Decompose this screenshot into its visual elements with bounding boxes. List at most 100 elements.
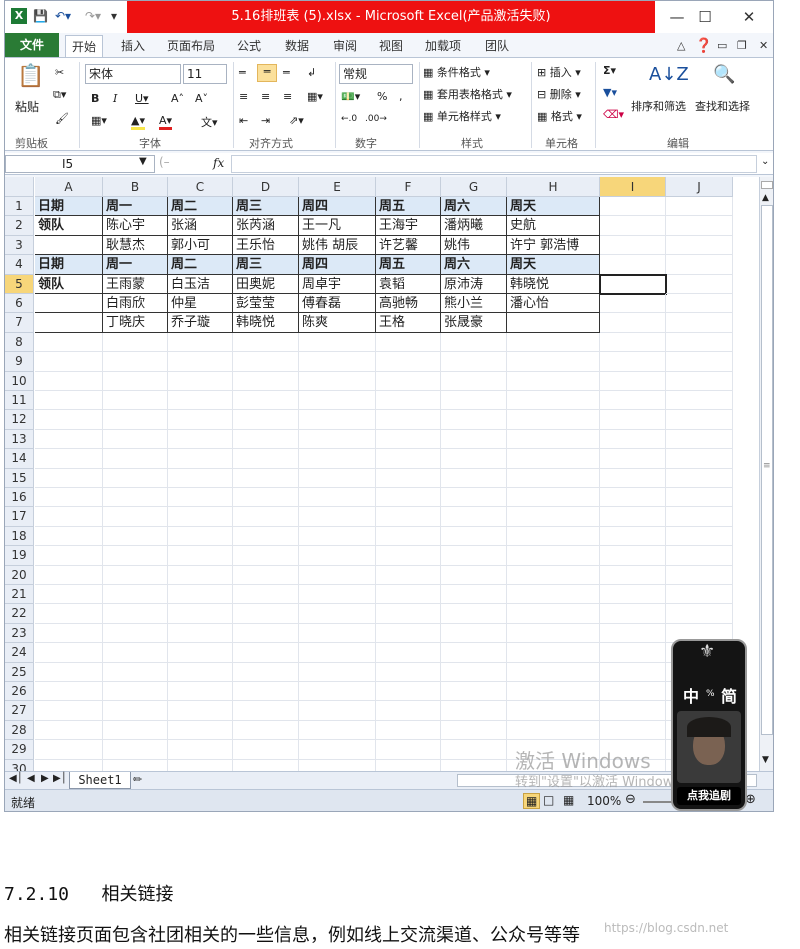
- cell-j6[interactable]: [666, 294, 733, 314]
- cell-e29[interactable]: [299, 740, 376, 760]
- cell-c11[interactable]: [168, 391, 233, 411]
- align-middle-icon[interactable]: ═: [257, 64, 277, 82]
- clear-icon[interactable]: ⌫▾: [603, 108, 624, 121]
- cell-style-button[interactable]: ▦ 单元格样式 ▾: [423, 108, 501, 124]
- fill-color-icon[interactable]: ▲▾: [131, 114, 145, 130]
- cell-c20[interactable]: [168, 565, 233, 585]
- cell-g4[interactable]: 周六: [441, 255, 507, 275]
- cell-f1[interactable]: 周五: [376, 197, 441, 217]
- font-name-select[interactable]: 宋体: [85, 64, 181, 84]
- cell-g11[interactable]: [441, 391, 507, 411]
- cell-b7[interactable]: 丁晓庆: [103, 313, 168, 333]
- cell-f10[interactable]: [376, 371, 441, 391]
- row-header-24[interactable]: 24: [5, 643, 34, 663]
- cell-i1[interactable]: [600, 197, 666, 217]
- cell-j8[interactable]: [666, 332, 733, 353]
- tab-page-layout[interactable]: 页面布局: [161, 35, 221, 57]
- tab-data[interactable]: 数据: [279, 35, 315, 57]
- sheet-nav-next-icon[interactable]: ▶: [41, 773, 49, 784]
- border-icon[interactable]: ▦▾: [91, 114, 107, 127]
- underline-button[interactable]: U▾: [135, 92, 149, 105]
- cell-j2[interactable]: [666, 216, 733, 236]
- cell-c8[interactable]: [168, 332, 233, 353]
- tab-formulas[interactable]: 公式: [231, 35, 267, 57]
- cell-b13[interactable]: [103, 429, 168, 450]
- namebox-dropdown-icon[interactable]: ▼: [139, 156, 147, 167]
- cell-a23[interactable]: [35, 623, 103, 644]
- cell-h27[interactable]: [507, 701, 600, 721]
- percent-icon[interactable]: %: [377, 90, 387, 103]
- cell-f26[interactable]: [376, 682, 441, 702]
- cell-c14[interactable]: [168, 449, 233, 469]
- cell-e15[interactable]: [299, 468, 376, 488]
- row-header-29[interactable]: 29: [5, 740, 34, 760]
- cell-a22[interactable]: [35, 604, 103, 624]
- cell-a18[interactable]: [35, 526, 103, 547]
- orientation-icon[interactable]: ⇗▾: [289, 114, 304, 127]
- cell-c12[interactable]: [168, 410, 233, 430]
- tab-file[interactable]: 文件: [5, 33, 59, 57]
- cell-b2[interactable]: 陈心宇: [103, 216, 168, 236]
- cell-j13[interactable]: [666, 429, 733, 450]
- cell-d5[interactable]: 田奥妮: [233, 274, 299, 294]
- cell-j21[interactable]: [666, 585, 733, 605]
- cell-j4[interactable]: [666, 255, 733, 275]
- increase-indent-icon[interactable]: ⇥: [261, 114, 270, 127]
- row-header-27[interactable]: 27: [5, 701, 34, 721]
- number-format-select[interactable]: 常规: [339, 64, 413, 84]
- cell-d11[interactable]: [233, 391, 299, 411]
- tab-insert[interactable]: 插入: [115, 35, 151, 57]
- cell-d3[interactable]: 王乐怡: [233, 235, 299, 256]
- cell-g29[interactable]: [441, 740, 507, 760]
- cell-b23[interactable]: [103, 623, 168, 644]
- cell-j1[interactable]: [666, 197, 733, 217]
- sheet-nav-first-icon[interactable]: ◀│: [9, 773, 23, 784]
- cell-j18[interactable]: [666, 526, 733, 547]
- sheet-tab-sheet1[interactable]: Sheet1: [69, 772, 131, 789]
- merge-center-icon[interactable]: ▦▾: [307, 90, 323, 103]
- row-header-13[interactable]: 13: [5, 429, 34, 450]
- cell-i12[interactable]: [600, 410, 666, 430]
- cell-f8[interactable]: [376, 332, 441, 353]
- cell-b8[interactable]: [103, 332, 168, 353]
- cell-h23[interactable]: [507, 623, 600, 644]
- normal-view-icon[interactable]: ▦: [523, 793, 541, 809]
- cell-b28[interactable]: [103, 720, 168, 741]
- font-size-select[interactable]: 11: [183, 64, 227, 84]
- align-bottom-icon[interactable]: ═: [283, 66, 290, 79]
- row-header-16[interactable]: 16: [5, 488, 34, 508]
- autosum-icon[interactable]: Σ▾: [603, 64, 616, 77]
- column-header-g[interactable]: G: [441, 177, 507, 197]
- cell-j5[interactable]: [666, 274, 733, 294]
- cell-g5[interactable]: 原沛涛: [441, 274, 507, 294]
- cell-a28[interactable]: [35, 720, 103, 741]
- comma-icon[interactable]: ,: [399, 90, 403, 103]
- fill-icon[interactable]: ▼▾: [603, 86, 617, 99]
- cell-e21[interactable]: [299, 585, 376, 605]
- cell-b22[interactable]: [103, 604, 168, 624]
- cell-g15[interactable]: [441, 468, 507, 488]
- cell-d23[interactable]: [233, 623, 299, 644]
- cell-a19[interactable]: [35, 546, 103, 566]
- copy-icon[interactable]: ⧉▾: [53, 88, 66, 102]
- cell-d7[interactable]: 韩晓悦: [233, 313, 299, 333]
- cell-f17[interactable]: [376, 507, 441, 527]
- cell-g2[interactable]: 潘炳曦: [441, 216, 507, 236]
- cell-d15[interactable]: [233, 468, 299, 488]
- cell-e13[interactable]: [299, 429, 376, 450]
- cell-h3[interactable]: 许宁 郭浩博: [507, 235, 600, 256]
- page-layout-view-icon[interactable]: □: [543, 793, 554, 807]
- cell-b18[interactable]: [103, 526, 168, 547]
- cell-h22[interactable]: [507, 604, 600, 624]
- cell-a30[interactable]: [35, 759, 103, 771]
- cell-c19[interactable]: [168, 546, 233, 566]
- cell-d24[interactable]: [233, 643, 299, 663]
- customize-qa-icon[interactable]: ▾: [111, 9, 117, 23]
- cell-f20[interactable]: [376, 565, 441, 585]
- cell-e27[interactable]: [299, 701, 376, 721]
- cell-h18[interactable]: [507, 526, 600, 547]
- sort-filter-button[interactable]: 排序和筛选: [631, 98, 686, 114]
- cell-g19[interactable]: [441, 546, 507, 566]
- row-header-7[interactable]: 7: [5, 313, 34, 333]
- cell-a25[interactable]: [35, 662, 103, 682]
